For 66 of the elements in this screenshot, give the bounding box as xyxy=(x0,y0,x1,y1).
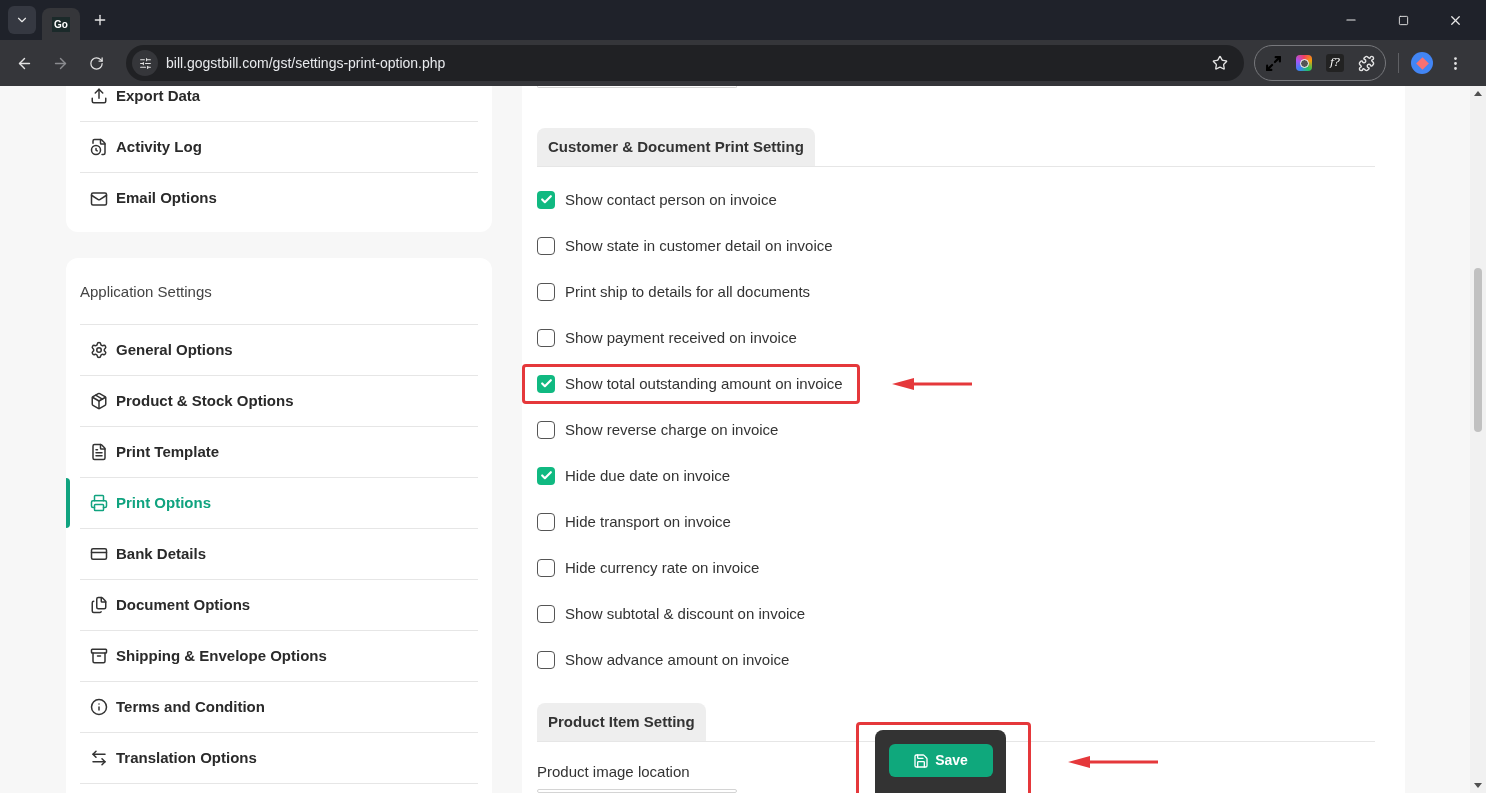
url-text: bill.gogstbill.com/gst/settings-print-option.php xyxy=(166,53,446,73)
field-label: Product image location xyxy=(537,761,690,782)
profile-avatar[interactable] xyxy=(1411,52,1433,74)
sidebar-link[interactable]: Bank Details xyxy=(116,542,207,566)
browser-tab[interactable]: Go xyxy=(42,8,80,40)
checkbox[interactable] xyxy=(537,512,555,531)
printer-icon xyxy=(90,494,108,512)
document-icon xyxy=(90,443,108,461)
sidebar-link[interactable]: Product & Stock Options xyxy=(116,389,294,413)
input-field[interactable] xyxy=(537,789,737,793)
checkbox[interactable] xyxy=(537,420,555,439)
sidebar-link[interactable]: Document Options xyxy=(116,593,251,617)
option-label: Show subtotal & discount on invoice xyxy=(565,603,806,624)
tab-list-button[interactable] xyxy=(8,6,36,34)
sliders-icon xyxy=(138,56,152,70)
swap-arrows-icon xyxy=(90,749,108,767)
active-indicator xyxy=(66,478,70,528)
sidebar-link[interactable]: Export Data xyxy=(116,86,201,108)
checkbox[interactable] xyxy=(537,604,555,623)
sidebar-link[interactable]: General Options xyxy=(116,338,233,362)
option-label: Hide due date on invoice xyxy=(565,465,731,486)
site-info-button[interactable] xyxy=(132,50,158,76)
checkbox[interactable] xyxy=(537,374,555,393)
document-clock-icon xyxy=(90,138,108,156)
checkbox[interactable] xyxy=(537,190,555,209)
maximize-icon xyxy=(1397,14,1409,26)
box-icon xyxy=(90,392,108,410)
extension-button[interactable]: f? xyxy=(1326,54,1344,72)
save-icon xyxy=(913,752,930,769)
option-label: Show state in customer detail on invoice xyxy=(565,235,833,256)
documents-icon xyxy=(90,596,108,614)
checkbox[interactable] xyxy=(537,328,555,347)
plus-icon xyxy=(92,12,108,28)
option-label: Hide transport on invoice xyxy=(565,511,731,532)
sidebar-link[interactable]: Translation Options xyxy=(116,746,257,770)
tab-favicon: Go xyxy=(52,16,70,32)
option-label: Print ship to details for all documents xyxy=(565,281,811,302)
option-label: Hide currency rate on invoice xyxy=(565,557,760,578)
bookmark-star-icon[interactable] xyxy=(1212,55,1228,71)
settings-icon xyxy=(90,341,108,359)
sidebar-link[interactable]: Shipping & Envelope Options xyxy=(116,644,327,668)
sidebar-link[interactable]: Activity Log xyxy=(116,135,202,159)
option-label: Show reverse charge on invoice xyxy=(565,419,779,440)
color-ring-icon[interactable] xyxy=(1296,55,1312,71)
sidebar-link[interactable]: Terms and Condition xyxy=(116,695,265,719)
upload-icon xyxy=(90,87,108,105)
card-icon xyxy=(90,545,108,563)
address-bar[interactable]: bill.gogstbill.com/gst/settings-print-option.php xyxy=(126,45,1244,81)
archive-icon xyxy=(90,647,108,665)
checkbox[interactable] xyxy=(537,236,555,255)
scrollbar[interactable] xyxy=(1470,86,1486,793)
option-label: Show total outstanding amount on invoice xyxy=(565,373,843,394)
checkbox[interactable] xyxy=(537,558,555,577)
option-label: Show payment received on invoice xyxy=(565,327,797,348)
checkbox[interactable] xyxy=(537,282,555,301)
mail-icon xyxy=(90,189,108,208)
section-heading: Application Settings xyxy=(80,281,212,302)
checkbox[interactable] xyxy=(537,650,555,669)
checkbox[interactable] xyxy=(537,466,555,485)
option-label: Show contact person on invoice xyxy=(565,189,777,210)
puzzle-icon[interactable] xyxy=(1358,54,1375,72)
reload-icon xyxy=(88,55,104,71)
info-icon xyxy=(90,698,108,716)
sidebar-link[interactable]: Email Options xyxy=(116,187,217,210)
sidebar-link[interactable]: Print Template xyxy=(116,440,220,464)
option-label: Show advance amount on invoice xyxy=(565,649,790,670)
